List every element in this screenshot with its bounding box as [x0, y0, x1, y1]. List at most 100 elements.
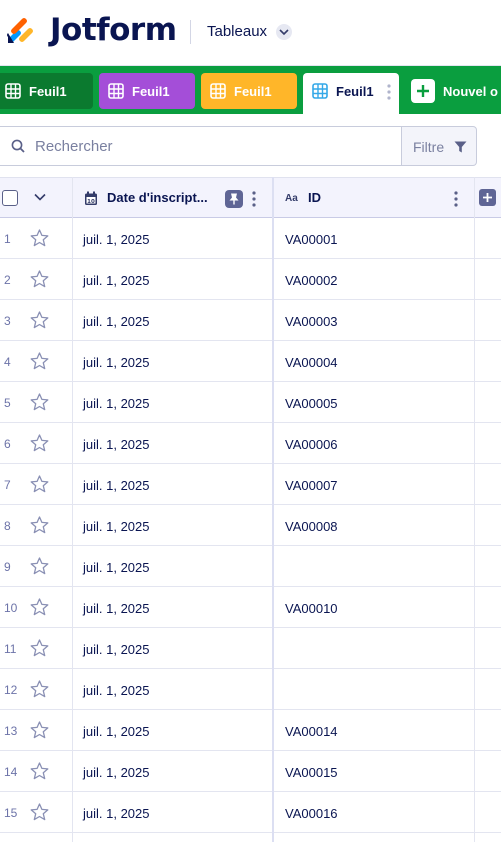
header-divider	[190, 20, 191, 44]
column-more-options-icon[interactable]	[252, 191, 256, 207]
brand-name: Jotform	[50, 12, 177, 48]
cell-date[interactable]: juil. 1, 2025	[83, 642, 150, 657]
column-header-date[interactable]: Date d'inscript...	[107, 190, 208, 205]
cell-date[interactable]: juil. 1, 2025	[83, 560, 150, 575]
chevron-down-icon[interactable]	[34, 193, 46, 201]
column-header-id[interactable]: ID	[308, 190, 321, 205]
sheet-tab-label: Feuil1	[234, 84, 272, 99]
cell-date[interactable]: juil. 1, 2025	[83, 601, 150, 616]
cell-id[interactable]: VA00010	[285, 601, 338, 616]
star-icon[interactable]	[30, 311, 49, 329]
row-number: 6	[4, 437, 11, 451]
cell-date[interactable]: juil. 1, 2025	[83, 478, 150, 493]
add-column-button[interactable]	[479, 189, 496, 206]
star-icon[interactable]	[30, 475, 49, 493]
table-row[interactable]: 8 juil. 1, 2025 VA00008	[0, 505, 501, 546]
search-input[interactable]: Rechercher	[0, 126, 402, 166]
star-icon[interactable]	[30, 803, 49, 821]
row-number: 4	[4, 355, 11, 369]
cell-date[interactable]: juil. 1, 2025	[83, 437, 150, 452]
cell-id[interactable]: VA00016	[285, 806, 338, 821]
select-all-checkbox[interactable]	[2, 190, 18, 206]
star-icon[interactable]	[30, 762, 49, 780]
svg-text:10: 10	[87, 199, 95, 205]
star-icon[interactable]	[30, 352, 49, 370]
table-row[interactable]: 11 juil. 1, 2025	[0, 628, 501, 669]
star-icon[interactable]	[30, 680, 49, 698]
star-icon[interactable]	[30, 516, 49, 534]
table-row[interactable]: 14 juil. 1, 2025 VA00015	[0, 751, 501, 792]
table-row[interactable]: 6 juil. 1, 2025 VA00006	[0, 423, 501, 464]
row-number: 12	[4, 683, 18, 697]
cell-date[interactable]: juil. 1, 2025	[83, 683, 150, 698]
star-icon[interactable]	[30, 270, 49, 288]
workspace-title[interactable]: Tableaux	[207, 23, 267, 40]
table-row[interactable]: 4 juil. 1, 2025 VA00004	[0, 341, 501, 382]
column-divider	[72, 177, 73, 842]
app-header: Jotform Tableaux	[0, 0, 501, 66]
cell-id[interactable]: VA00007	[285, 478, 338, 493]
cell-id[interactable]: VA00004	[285, 355, 338, 370]
cell-id[interactable]: VA00005	[285, 396, 338, 411]
sheet-tab-label: Feuil1	[132, 84, 170, 99]
table-row[interactable]: 3 juil. 1, 2025 VA00003	[0, 300, 501, 341]
cell-date[interactable]: juil. 1, 2025	[83, 765, 150, 780]
cell-id[interactable]: VA00001	[285, 232, 338, 247]
sheet-tab-2[interactable]: Feuil1	[99, 73, 195, 109]
cell-date[interactable]: juil. 1, 2025	[83, 273, 150, 288]
column-more-options-icon[interactable]	[454, 191, 458, 207]
table-row[interactable]: 12 juil. 1, 2025	[0, 669, 501, 710]
cell-date[interactable]: juil. 1, 2025	[83, 355, 150, 370]
search-icon	[11, 139, 25, 153]
table-row[interactable]: 13 juil. 1, 2025 VA00014	[0, 710, 501, 751]
row-number: 15	[4, 806, 18, 820]
cell-id[interactable]: VA00006	[285, 437, 338, 452]
cell-date[interactable]: juil. 1, 2025	[83, 724, 150, 739]
tab-more-options-icon[interactable]	[387, 84, 391, 100]
cell-date[interactable]: juil. 1, 2025	[83, 806, 150, 821]
search-placeholder: Rechercher	[35, 138, 113, 155]
table-grid-icon	[5, 83, 21, 99]
table-row[interactable]: 9 juil. 1, 2025	[0, 546, 501, 587]
sheet-tab-label: Feuil1	[29, 84, 67, 99]
table-row[interactable]: 2 juil. 1, 2025 VA00002	[0, 259, 501, 300]
cell-id[interactable]: VA00008	[285, 519, 338, 534]
row-number: 1	[4, 232, 11, 246]
pin-icon	[229, 193, 239, 205]
cell-date[interactable]: juil. 1, 2025	[83, 519, 150, 534]
star-icon[interactable]	[30, 721, 49, 739]
star-icon[interactable]	[30, 229, 49, 247]
sheet-tab-3[interactable]: Feuil1	[201, 73, 297, 109]
sheet-tab-1[interactable]: Feuil1	[0, 73, 93, 109]
cell-id[interactable]: VA00015	[285, 765, 338, 780]
table-row[interactable]: 5 juil. 1, 2025 VA00005	[0, 382, 501, 423]
cell-id[interactable]: VA00003	[285, 314, 338, 329]
table-row[interactable]: 7 juil. 1, 2025 VA00007	[0, 464, 501, 505]
cell-date[interactable]: juil. 1, 2025	[83, 314, 150, 329]
star-icon[interactable]	[30, 639, 49, 657]
star-icon[interactable]	[30, 434, 49, 452]
cell-id[interactable]: VA00002	[285, 273, 338, 288]
star-icon[interactable]	[30, 393, 49, 411]
add-sheet-button[interactable]	[411, 79, 435, 103]
star-icon[interactable]	[30, 557, 49, 575]
table-row[interactable]: 10 juil. 1, 2025 VA00010	[0, 587, 501, 628]
add-sheet-label[interactable]: Nouvel o	[443, 84, 498, 99]
workspace-chevron-down-icon[interactable]	[276, 24, 292, 40]
cell-date[interactable]: juil. 1, 2025	[83, 232, 150, 247]
row-number: 11	[4, 642, 17, 656]
star-icon[interactable]	[30, 598, 49, 616]
filter-button[interactable]: Filtre	[402, 126, 477, 166]
filter-funnel-icon	[454, 141, 467, 153]
table-row[interactable]: 15 juil. 1, 2025 VA00016	[0, 792, 501, 833]
table-grid-icon	[312, 83, 328, 99]
cell-id[interactable]: VA00014	[285, 724, 338, 739]
table-header: 10 Date d'inscript... Aa ID	[0, 177, 501, 218]
pin-column-button[interactable]	[225, 190, 243, 208]
table-row[interactable]: 1 juil. 1, 2025 VA00001	[0, 218, 501, 259]
sheet-tab-4-active[interactable]: Feuil1	[303, 73, 399, 114]
row-number: 13	[4, 724, 18, 738]
row-number: 3	[4, 314, 11, 328]
text-type-icon: Aa	[285, 193, 298, 204]
cell-date[interactable]: juil. 1, 2025	[83, 396, 150, 411]
